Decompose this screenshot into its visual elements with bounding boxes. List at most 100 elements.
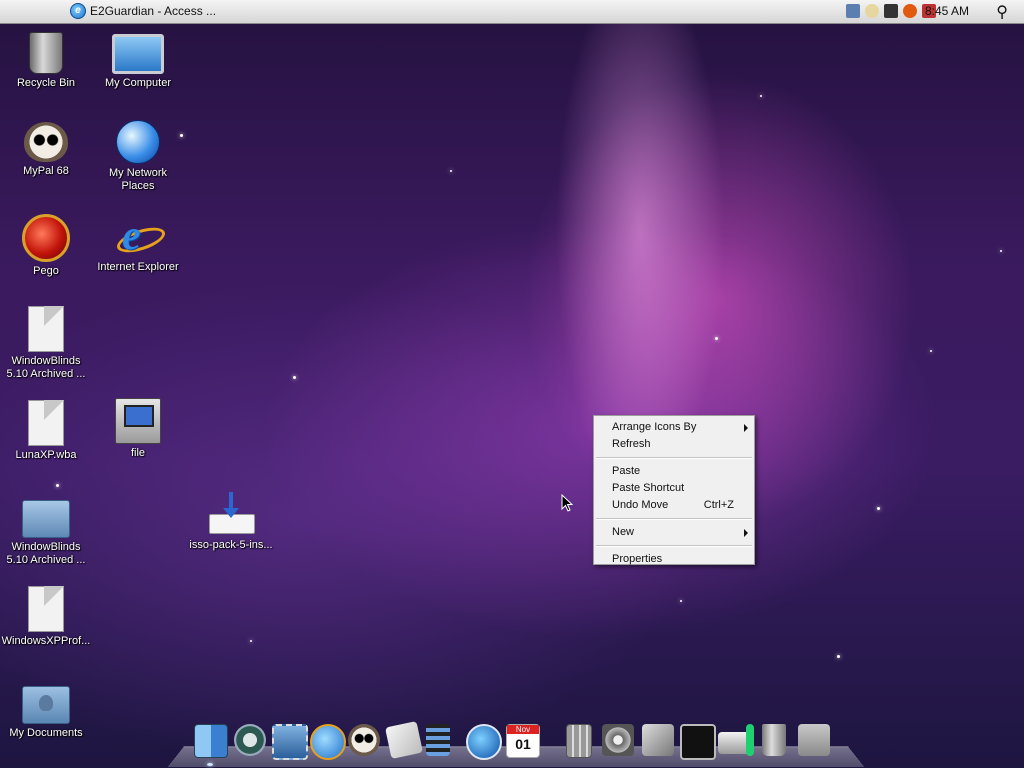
mail-stamp-icon[interactable] bbox=[272, 724, 308, 760]
menu-item-label: Refresh bbox=[612, 438, 651, 450]
my-documents-folder-icon bbox=[22, 686, 70, 724]
desktop-icon-pego[interactable]: Pego bbox=[0, 214, 92, 278]
internet-explorer-icon: e bbox=[114, 214, 168, 258]
desktop-icon-label: Internet Explorer bbox=[97, 261, 179, 273]
desktop-icon-label: isso-pack-5-ins... bbox=[189, 539, 273, 551]
movie-film-icon[interactable] bbox=[426, 724, 450, 756]
document-icon bbox=[28, 586, 64, 632]
system-tray bbox=[846, 4, 936, 18]
calculator-icon[interactable] bbox=[566, 724, 592, 758]
menubar-clock[interactable]: 8:45 AM bbox=[925, 4, 969, 18]
star bbox=[837, 655, 840, 658]
finder-icon[interactable] bbox=[194, 724, 228, 758]
indicator-bar-icon bbox=[746, 724, 754, 756]
download-tray-icon bbox=[209, 492, 255, 536]
desktop-icon-windowblinds-1[interactable]: WindowBlinds 5.10 Archived ... bbox=[0, 306, 92, 381]
menu-item-label: New bbox=[612, 526, 635, 538]
menu-separator bbox=[596, 545, 752, 547]
active-window-title[interactable]: e E2Guardian - Access ... bbox=[70, 3, 216, 19]
folder-icon bbox=[22, 500, 70, 538]
mouse-pointer-icon bbox=[561, 494, 573, 512]
spotlight-search-icon[interactable]: ⚲ bbox=[996, 2, 1008, 22]
document-icon bbox=[28, 306, 64, 352]
pego-icon bbox=[22, 214, 70, 262]
menu-item-label: Paste bbox=[612, 465, 641, 477]
menu-item-new[interactable]: New bbox=[594, 524, 754, 541]
desktop-icon-label: My Documents bbox=[9, 727, 83, 739]
desktop-icon-my-documents[interactable]: My Documents bbox=[0, 678, 92, 740]
utilities-icon[interactable] bbox=[642, 724, 674, 756]
menu-item-label: Properties bbox=[612, 553, 663, 565]
setup-installer-icon bbox=[115, 398, 161, 444]
battery-icon[interactable] bbox=[884, 4, 898, 18]
star bbox=[450, 170, 452, 172]
active-window-title-text: E2Guardian - Access ... bbox=[90, 4, 217, 18]
network-globe-icon bbox=[116, 120, 160, 164]
top-menubar: e E2Guardian - Access ... 8:45 AM ⚲ bbox=[0, 0, 1024, 24]
my-computer-icon bbox=[112, 34, 164, 74]
desktop-icon-label: WindowBlinds 5.10 Archived ... bbox=[6, 355, 86, 380]
desktop-icon-label: WindowBlinds 5.10 Archived ... bbox=[6, 541, 86, 566]
star bbox=[250, 640, 252, 642]
recycle-bin-icon bbox=[29, 32, 63, 74]
desktop-icon-lunaxp[interactable]: LunaXP.wba bbox=[0, 400, 92, 462]
desktop-icon-label: MyPal 68 bbox=[23, 165, 69, 177]
desktop-icon-label: file bbox=[130, 447, 146, 459]
star bbox=[760, 95, 762, 97]
menu-item-label: Undo Move bbox=[612, 499, 669, 511]
calendar-day: 01 bbox=[515, 736, 531, 752]
desktop-icon-label: My Network Places bbox=[108, 167, 168, 192]
desktop-icon-recycle-bin[interactable]: Recycle Bin bbox=[0, 28, 92, 90]
star bbox=[680, 600, 682, 602]
desktop-icon-label: WindowsXPProf... bbox=[1, 635, 91, 647]
dock-trash-icon[interactable] bbox=[762, 724, 786, 756]
desktop-icon-my-computer[interactable]: My Computer bbox=[92, 28, 184, 90]
menu-item-undo-move[interactable]: Undo Move Ctrl+Z bbox=[594, 497, 754, 514]
submenu-arrow-icon bbox=[744, 424, 748, 432]
menu-item-paste[interactable]: Paste bbox=[594, 463, 754, 480]
star bbox=[56, 484, 59, 487]
menu-item-arrange-icons-by[interactable]: Arrange Icons By bbox=[594, 419, 754, 436]
calendar-icon[interactable]: Nov 01 bbox=[506, 724, 540, 758]
mypal-dock-icon[interactable] bbox=[348, 724, 380, 756]
mypal-raccoon-icon bbox=[24, 122, 68, 162]
desktop-icon-label: My Computer bbox=[104, 77, 172, 89]
console-icon[interactable] bbox=[680, 724, 716, 760]
desktop-icon-windowblinds-2[interactable]: WindowBlinds 5.10 Archived ... bbox=[0, 492, 92, 567]
downloads-stack-icon[interactable] bbox=[798, 724, 830, 756]
menu-separator bbox=[596, 457, 752, 459]
star bbox=[715, 337, 718, 340]
desktop-icon-file[interactable]: file bbox=[92, 398, 184, 460]
submenu-arrow-icon bbox=[744, 529, 748, 537]
system-preferences-icon[interactable] bbox=[602, 724, 634, 756]
desktop-icon-isso-pack[interactable]: isso-pack-5-ins... bbox=[185, 492, 277, 552]
menu-item-paste-shortcut[interactable]: Paste Shortcut bbox=[594, 480, 754, 497]
document-icon bbox=[28, 400, 64, 446]
running-indicator bbox=[207, 763, 213, 766]
keyboard-icon[interactable] bbox=[846, 4, 860, 18]
internet-explorer-dock-icon[interactable] bbox=[310, 724, 346, 760]
time-machine-icon[interactable] bbox=[234, 724, 266, 756]
star bbox=[930, 350, 932, 352]
desktop-context-menu: Arrange Icons By Refresh Paste Paste Sho… bbox=[593, 415, 755, 565]
desktop-icon-mypal[interactable]: MyPal 68 bbox=[0, 122, 92, 178]
desktop-icon-internet-explorer[interactable]: e Internet Explorer bbox=[92, 214, 184, 274]
preview-icon[interactable] bbox=[385, 721, 423, 759]
internet-explorer-icon: e bbox=[70, 3, 86, 19]
volume-icon[interactable] bbox=[865, 4, 879, 18]
dock: Nov 01 bbox=[167, 721, 865, 768]
desktop-icon-my-network-places[interactable]: My Network Places bbox=[92, 120, 184, 193]
menu-separator bbox=[596, 518, 752, 520]
media-player-icon[interactable] bbox=[466, 724, 502, 760]
menu-item-refresh[interactable]: Refresh bbox=[594, 436, 754, 453]
star bbox=[877, 507, 880, 510]
desktop-icon-label: LunaXP.wba bbox=[15, 449, 77, 461]
search-tray-icon[interactable] bbox=[903, 4, 917, 18]
menu-item-shortcut: Ctrl+Z bbox=[703, 499, 734, 511]
calendar-month: Nov bbox=[507, 725, 539, 734]
star bbox=[1000, 250, 1002, 252]
menu-item-properties[interactable]: Properties bbox=[594, 551, 754, 568]
desktop-icon-label: Recycle Bin bbox=[16, 77, 76, 89]
menu-item-label: Paste Shortcut bbox=[612, 482, 685, 494]
desktop-icon-windowsxpprof[interactable]: WindowsXPProf... bbox=[0, 586, 92, 648]
